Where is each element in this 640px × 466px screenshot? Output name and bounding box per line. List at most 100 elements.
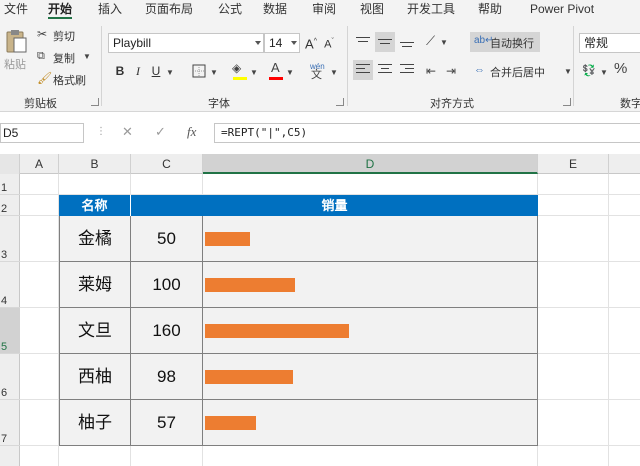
sales-bar-cell[interactable] xyxy=(203,262,538,308)
underline-button[interactable]: U xyxy=(148,62,164,80)
sales-bar-cell[interactable] xyxy=(203,308,538,354)
select-all-corner[interactable] xyxy=(0,154,20,174)
brush-icon: 🖌 xyxy=(37,71,53,85)
increase-indent-icon[interactable]: ⇥ xyxy=(446,64,456,78)
header-name-cell[interactable]: 名称 xyxy=(59,195,131,216)
phonetic-guide-button[interactable]: wén 文 xyxy=(308,60,326,82)
number-format-value: 常规 xyxy=(584,36,609,50)
italic-button[interactable]: I xyxy=(130,62,146,80)
cut-button[interactable]: ✂ 剪切 xyxy=(37,27,87,43)
row-header-5[interactable]: 5 xyxy=(0,308,20,354)
grow-font-button[interactable]: A^ xyxy=(303,33,319,51)
chevron-down-icon[interactable]: ▼ xyxy=(600,66,608,80)
sales-bar-fill xyxy=(205,370,293,384)
menu-page-layout[interactable]: 页面布局 xyxy=(145,0,193,20)
align-top-icon[interactable] xyxy=(356,36,370,48)
merge-icon: ⇔ xyxy=(474,64,485,76)
chevron-down-icon[interactable]: ▼ xyxy=(440,36,448,50)
copy-button[interactable]: ⧉ 复制 ▼ xyxy=(37,49,93,65)
align-middle-icon[interactable] xyxy=(378,36,392,48)
wen-glyph: 文 xyxy=(311,69,322,81)
menu-file[interactable]: 文件 xyxy=(4,0,28,20)
menu-view[interactable]: 视图 xyxy=(360,0,384,20)
chevron-down-icon[interactable]: ▼ xyxy=(330,66,338,80)
decrease-indent-icon[interactable]: ⇤ xyxy=(426,64,436,78)
merge-center-button[interactable]: ⇔ 合并后居中 ▼ xyxy=(474,63,574,79)
chevron-down-icon[interactable]: ▼ xyxy=(250,66,258,80)
font-launcher-icon[interactable] xyxy=(336,98,344,106)
menu-insert[interactable]: 插入 xyxy=(98,0,122,20)
value-cell[interactable]: 98 xyxy=(131,354,203,400)
column-header-a[interactable]: A xyxy=(20,154,59,174)
font-name-select[interactable]: Playbill xyxy=(108,33,264,53)
copy-icon: ⧉ xyxy=(37,50,45,62)
align-center-icon[interactable] xyxy=(378,64,392,76)
fill-color-button[interactable]: ◈ xyxy=(232,61,248,81)
align-right-icon[interactable] xyxy=(400,64,414,76)
insert-function-icon[interactable]: fx xyxy=(187,124,196,140)
number-group-label: 数字 xyxy=(620,98,640,110)
sales-bar-cell[interactable] xyxy=(203,216,538,262)
row-header-1[interactable]: 1 xyxy=(0,174,20,195)
value-cell[interactable]: 160 xyxy=(131,308,203,354)
row-header-7[interactable]: 7 xyxy=(0,400,20,446)
wrap-text-button[interactable]: ab↵ 自动换行 xyxy=(474,34,544,50)
number-format-select[interactable]: 常规 xyxy=(579,33,640,53)
bold-button[interactable]: B xyxy=(112,62,128,80)
column-header-e[interactable]: E xyxy=(538,154,609,174)
borders-icon[interactable] xyxy=(192,64,206,78)
header-sales-cell[interactable]: 销量 xyxy=(131,195,538,216)
font-size-select[interactable]: 14 xyxy=(264,33,300,53)
column-header-b[interactable]: B xyxy=(59,154,131,174)
row-header-4[interactable]: 4 xyxy=(0,262,20,308)
row-header-6[interactable]: 6 xyxy=(0,354,20,400)
font-color-button[interactable]: A xyxy=(268,61,284,81)
name-cell[interactable]: 西柚 xyxy=(59,354,131,400)
font-color-swatch xyxy=(269,77,283,80)
value-cell[interactable]: 57 xyxy=(131,400,203,446)
menu-data[interactable]: 数据 xyxy=(263,0,287,20)
column-header-f[interactable] xyxy=(609,154,640,174)
font-name-value: Playbill xyxy=(113,36,152,50)
shrink-font-button[interactable]: Aˇ xyxy=(321,33,337,51)
name-cell[interactable]: 文旦 xyxy=(59,308,131,354)
orientation-icon[interactable]: ⟋ xyxy=(426,34,435,48)
chevron-down-icon[interactable]: ▼ xyxy=(210,66,218,80)
sales-bar-cell[interactable] xyxy=(203,400,538,446)
menu-developer[interactable]: 开发工具 xyxy=(407,0,455,20)
paint-bucket-icon: ◈ xyxy=(232,61,242,75)
name-cell[interactable]: 金橘 xyxy=(59,216,131,262)
currency-icon[interactable]: 💱 xyxy=(582,64,596,78)
menu-help[interactable]: 帮助 xyxy=(478,0,502,20)
name-cell[interactable]: 柚子 xyxy=(59,400,131,446)
sales-bar-fill xyxy=(205,232,250,246)
column-header-d[interactable]: D xyxy=(203,154,538,174)
formula-input[interactable]: =REPT("|",C5) xyxy=(214,123,640,143)
value-cell[interactable]: 50 xyxy=(131,216,203,262)
menu-power-pivot[interactable]: Power Pivot xyxy=(530,0,594,20)
row-header-2[interactable]: 2 xyxy=(0,195,20,216)
chevron-down-icon[interactable]: ▼ xyxy=(286,66,294,80)
name-box[interactable]: D5 xyxy=(0,123,84,143)
row-header-3[interactable]: 3 xyxy=(0,216,20,262)
ribbon: 粘贴 ✂ 剪切 ⧉ 复制 ▼ 🖌 格式刷 剪贴板 Playbill 14 A^ … xyxy=(0,20,640,112)
align-left-icon[interactable] xyxy=(356,64,370,76)
percent-button[interactable]: % xyxy=(614,61,627,76)
clipboard-launcher-icon[interactable] xyxy=(91,98,99,106)
cancel-icon[interactable]: ✕ xyxy=(122,124,133,140)
name-cell[interactable]: 莱姆 xyxy=(59,262,131,308)
enter-icon[interactable]: ✓ xyxy=(155,124,166,140)
alignment-launcher-icon[interactable] xyxy=(563,98,571,106)
menu-bar: 文件 开始 插入 页面布局 公式 数据 审阅 视图 开发工具 帮助 Power … xyxy=(0,0,640,20)
sales-bar-cell[interactable] xyxy=(203,354,538,400)
chevron-down-icon[interactable]: ▼ xyxy=(166,66,174,80)
column-header-c[interactable]: C xyxy=(131,154,203,174)
more-dots-icon: ⋮ xyxy=(96,126,106,137)
menu-formulas[interactable]: 公式 xyxy=(218,0,242,20)
format-painter-button[interactable]: 🖌 格式刷 xyxy=(37,71,93,87)
align-bottom-icon[interactable] xyxy=(400,36,414,48)
value-cell[interactable]: 100 xyxy=(131,262,203,308)
menu-home[interactable]: 开始 xyxy=(48,0,73,20)
menu-review[interactable]: 审阅 xyxy=(312,0,336,20)
paste-button[interactable]: 粘贴 xyxy=(3,26,29,72)
